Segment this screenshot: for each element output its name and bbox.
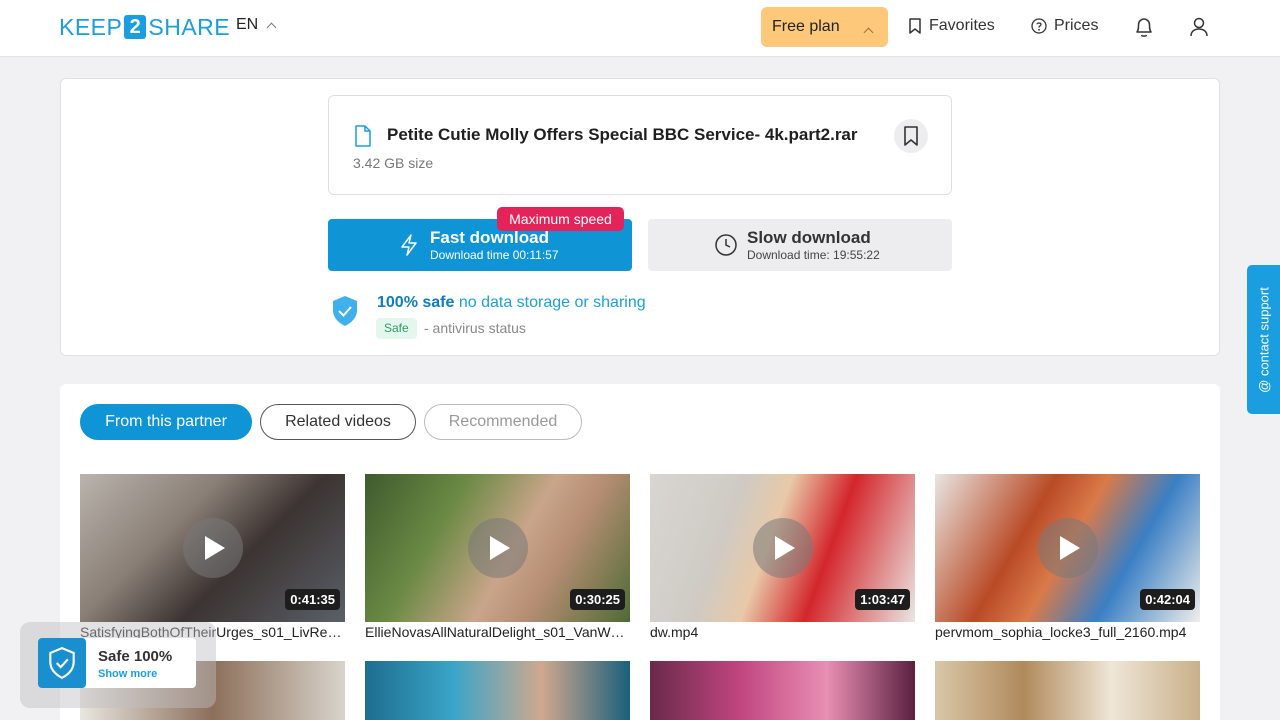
bookmark-icon <box>904 126 918 146</box>
fast-download-label: Fast download <box>430 228 549 247</box>
prices-link[interactable]: Prices <box>1031 17 1098 35</box>
safe-widget-title: Safe 100% <box>98 648 173 665</box>
bookmark-button[interactable] <box>894 119 928 153</box>
plan-label: Free plan <box>772 18 840 35</box>
language-selector[interactable]: EN <box>236 16 277 34</box>
video-duration: 0:42:04 <box>1140 589 1195 610</box>
file-info-box <box>328 95 952 195</box>
safety-bold: 100% safe <box>377 294 455 311</box>
tab-from-this-partner[interactable]: From this partner <box>80 404 252 440</box>
user-icon[interactable] <box>1188 15 1210 39</box>
shield-check-icon <box>49 646 75 680</box>
shield-check-icon <box>333 296 357 326</box>
video-title[interactable]: EllieNovasAllNaturalDelight_s01_VanWylde… <box>365 624 630 640</box>
video-thumbnail[interactable]: 1:03:47 <box>650 474 915 622</box>
favorites-link[interactable]: Favorites <box>908 17 995 35</box>
slow-download-label: Slow download <box>747 228 871 247</box>
logo[interactable]: KEEP 2 SHARE <box>59 14 230 40</box>
help-circle-icon <box>1031 18 1047 34</box>
play-icon <box>182 518 243 578</box>
maximum-speed-badge: Maximum speed <box>497 207 624 231</box>
safety-line: 100% safe no data storage or sharing <box>377 294 646 312</box>
logo-text-left: KEEP <box>59 13 123 40</box>
video-thumbnail[interactable] <box>365 661 630 720</box>
video-duration: 1:03:47 <box>855 589 910 610</box>
chevron-up-icon <box>266 22 277 32</box>
contact-support-label: @ contact support <box>1256 286 1271 393</box>
file-name: Petite Cutie Molly Offers Special BBC Se… <box>387 125 858 144</box>
logo-badge: 2 <box>124 15 147 39</box>
safe-badge <box>38 638 86 688</box>
play-icon <box>1037 518 1098 578</box>
prices-label: Prices <box>1054 17 1099 34</box>
safety-rest: no data storage or sharing <box>454 294 646 311</box>
bell-icon[interactable] <box>1133 15 1155 39</box>
video-thumbnail[interactable] <box>650 661 915 720</box>
video-thumbnail[interactable]: 0:30:25 <box>365 474 630 622</box>
safe-status-pill: Safe <box>376 318 417 339</box>
logo-text-right: SHARE <box>148 13 231 40</box>
video-title[interactable]: dw.mp4 <box>650 624 915 640</box>
fast-download-time: Download time 00:11:57 <box>430 248 559 262</box>
tab-recommended[interactable]: Recommended <box>424 404 582 440</box>
lightning-icon <box>401 234 417 256</box>
plan-button[interactable]: Free plan <box>761 7 888 47</box>
tab-related-videos[interactable]: Related videos <box>260 404 416 440</box>
video-title[interactable]: pervmom_sophia_locke3_full_2160.mp4 <box>935 624 1200 640</box>
language-label: EN <box>236 16 259 33</box>
video-thumbnail[interactable]: 0:41:35 <box>80 474 345 622</box>
video-thumbnail[interactable] <box>935 661 1200 720</box>
favorites-label: Favorites <box>929 17 995 34</box>
safe-widget[interactable]: Safe 100% Show more <box>38 638 196 688</box>
contact-support-tab[interactable]: @ contact support <box>1247 265 1280 414</box>
slow-download-button[interactable]: Slow download Download time: 19:55:22 <box>648 219 952 271</box>
chevron-up-icon <box>863 27 874 38</box>
slow-download-time: Download time: 19:55:22 <box>747 248 880 262</box>
video-duration: 0:30:25 <box>570 589 625 610</box>
play-icon <box>467 518 528 578</box>
file-size: 3.42 GB size <box>353 155 434 171</box>
play-icon <box>752 518 813 578</box>
clock-icon <box>715 234 737 256</box>
file-icon <box>355 125 371 147</box>
bookmark-icon <box>909 18 921 34</box>
show-more-link[interactable]: Show more <box>98 668 157 680</box>
antivirus-status: - antivirus status <box>424 320 526 336</box>
video-thumbnail[interactable]: 0:42:04 <box>935 474 1200 622</box>
video-duration: 0:41:35 <box>285 589 340 610</box>
header: KEEP 2 SHARE EN Free plan Favorites Pric… <box>0 0 1280 57</box>
